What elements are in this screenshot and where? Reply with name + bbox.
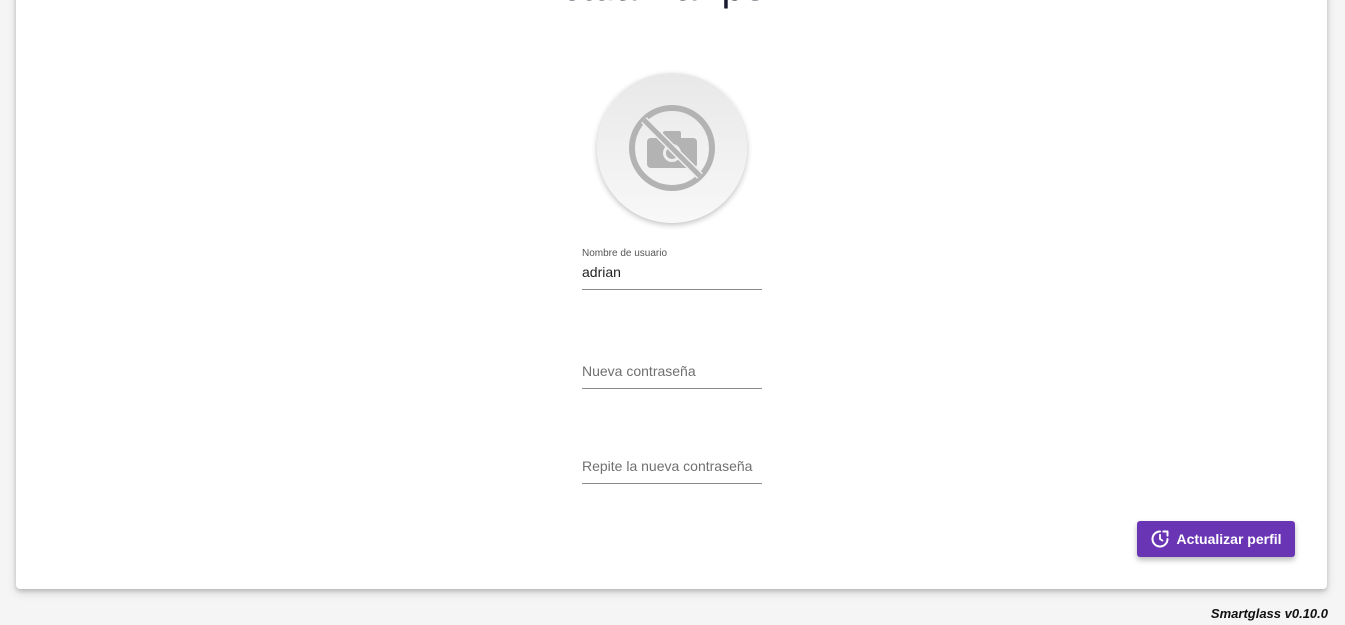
no-photo-camera-icon [629, 105, 715, 191]
repeat-password-input[interactable] [582, 455, 762, 484]
page-title: Actualizar perfil [16, 0, 1327, 11]
app-version: Smartglass v0.10.0 [1210, 606, 1328, 621]
new-password-input[interactable] [582, 360, 762, 389]
username-label: Nombre de usuario [582, 248, 668, 259]
username-input[interactable] [582, 261, 762, 290]
username-field: Nombre de usuario [582, 247, 762, 290]
update-profile-button[interactable]: Actualizar perfil [1137, 521, 1295, 557]
repeat-password-field [582, 455, 762, 484]
avatar-upload[interactable] [597, 73, 747, 223]
profile-card: Actualizar perfil Nombre de usuario A [16, 0, 1327, 589]
refresh-clock-icon [1152, 530, 1169, 548]
new-password-field [582, 360, 762, 389]
update-profile-label: Actualizar perfil [1176, 531, 1282, 547]
